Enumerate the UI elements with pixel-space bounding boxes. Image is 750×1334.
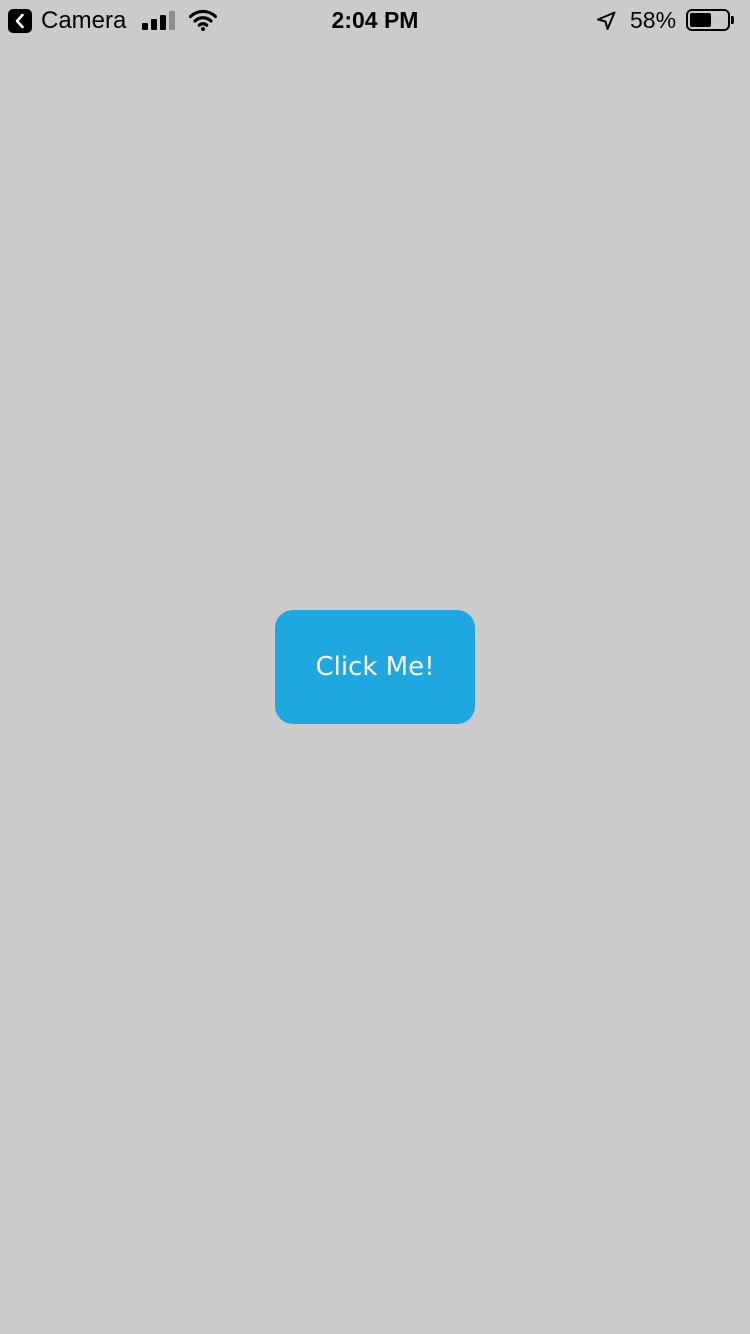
click-me-button[interactable]: Click Me! bbox=[275, 610, 475, 724]
location-arrow-icon bbox=[595, 10, 617, 37]
battery-level-fill bbox=[690, 13, 711, 27]
battery-icon bbox=[686, 9, 734, 31]
status-bar: Camera 2:04 PM 58% bbox=[0, 0, 750, 40]
battery-percent: 58% bbox=[630, 7, 677, 33]
